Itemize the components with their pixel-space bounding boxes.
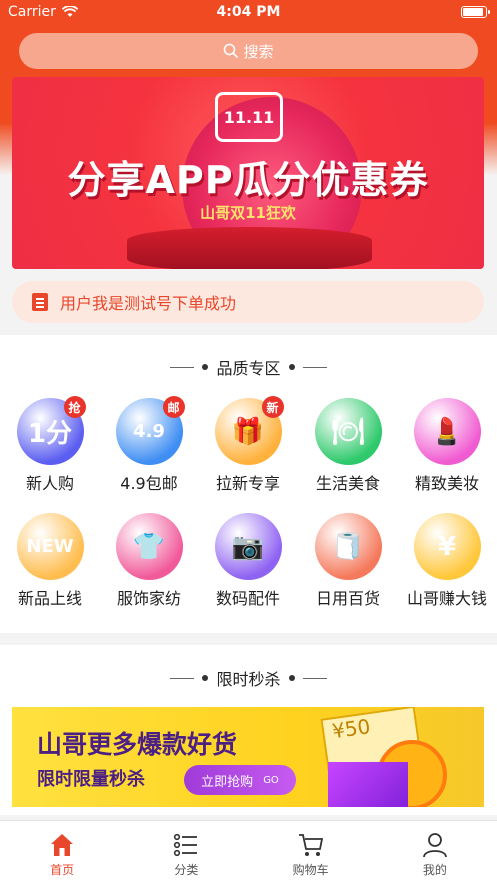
- category-label: 4.9包邮: [120, 474, 178, 493]
- flash-subline: 限时限量秒杀: [37, 769, 145, 790]
- tab-home-label: 首页: [50, 863, 75, 877]
- category-label: 新人购: [25, 474, 74, 493]
- tab-profile[interactable]: 我的: [373, 821, 497, 883]
- search-icon: [224, 43, 239, 59]
- divider-dot: [202, 364, 209, 370]
- tab-cart-label: 购物车: [292, 863, 329, 877]
- tab-bar: 首页 分类 购物车 我的: [0, 820, 497, 883]
- category-item[interactable]: 💄 精致美妆: [397, 398, 497, 494]
- buy-now-label: 立即抢购: [201, 774, 254, 790]
- new-user-icon: 1分抢: [16, 396, 86, 465]
- category-item[interactable]: 🎁 新拉新专享: [198, 396, 298, 494]
- divider: [302, 677, 327, 679]
- tab-home[interactable]: 首页: [0, 821, 124, 883]
- tissue-icon: 🧻: [314, 513, 382, 580]
- category-label: 服饰家纺: [116, 589, 181, 608]
- quality-section: 品质专区 1分抢新人购 4.9 邮 4.9包邮 🎁 新拉新专享 🍽 生活美食 💄 精致美妆 NEW 新…: [0, 335, 497, 633]
- divider: [302, 366, 327, 368]
- tab-profile-label: 我的: [422, 863, 447, 877]
- search-bar[interactable]: 搜索: [19, 33, 478, 69]
- food-icon: 🍽: [314, 398, 382, 465]
- list-icon: [174, 833, 198, 857]
- clothing-icon: 👕: [115, 513, 183, 580]
- order-notice[interactable]: 用户我是测试号下单成功: [12, 281, 484, 323]
- camera-icon: 📷: [214, 513, 282, 580]
- category-label: 山哥赚大钱: [406, 589, 487, 608]
- category-glyph: 👕: [132, 531, 166, 562]
- divider: [170, 366, 195, 368]
- tab-category[interactable]: 分类: [124, 821, 248, 883]
- tab-cart[interactable]: 购物车: [249, 821, 373, 883]
- category-label: 新品上线: [17, 589, 82, 608]
- search-placeholder: 搜索: [243, 42, 274, 61]
- gift-icon: 🎁 新: [214, 396, 284, 465]
- battery-level: [463, 8, 483, 16]
- category-glyph: 🧻: [331, 531, 365, 562]
- divider: [170, 677, 195, 679]
- category-item[interactable]: 📷 数码配件: [198, 513, 298, 609]
- quality-section-header: 品质专区: [0, 355, 497, 379]
- category-glyph: 🎁: [231, 416, 265, 447]
- category-item[interactable]: 4.9 邮 4.9包邮: [99, 396, 199, 494]
- category-item[interactable]: ¥ 山哥赚大钱: [397, 513, 497, 609]
- clock: 4:04 PM: [216, 4, 281, 20]
- battery-icon: [461, 6, 490, 18]
- notice-text: 用户我是测试号下单成功: [60, 294, 237, 313]
- banner-subtitle: 山哥双11狂欢: [200, 204, 296, 222]
- category-label: 精致美妆: [414, 474, 479, 493]
- category-glyph: 4.9: [133, 421, 165, 442]
- quality-section-title: 品质专区: [216, 359, 281, 378]
- category-item[interactable]: 👕 服饰家纺: [99, 513, 199, 609]
- category-glyph: 💄: [430, 416, 464, 447]
- promo-banner[interactable]: 11.11 分享APP瓜分优惠券 山哥双11狂欢: [12, 77, 484, 269]
- flash-section-title: 限时秒杀: [216, 670, 281, 689]
- divider-dot: [288, 675, 295, 681]
- home-icon: [51, 834, 74, 856]
- app-screen: Carrier 4:04 PM 搜索 11.11 分享APP瓜分优惠券 山哥双1…: [0, 0, 497, 883]
- category-glyph: 🍽: [331, 416, 365, 447]
- category-glyph: 1分: [27, 419, 73, 449]
- category-item[interactable]: 🍽 生活美食: [298, 398, 398, 494]
- category-glyph: NEW: [26, 536, 74, 557]
- category-item[interactable]: NEW 新品上线: [0, 513, 100, 609]
- category-badge: 抢: [63, 396, 86, 418]
- buy-now-button[interactable]: 立即抢购 GO: [184, 765, 296, 795]
- category-label: 数码配件: [215, 589, 280, 608]
- category-item[interactable]: 🧻 日用百货: [298, 513, 398, 609]
- category-glyph: ¥: [437, 531, 457, 562]
- divider-dot: [288, 364, 295, 370]
- clipboard-icon: [32, 293, 48, 311]
- flash-headline: 山哥更多爆款好货: [37, 730, 238, 759]
- makeup-icon: 💄: [413, 398, 481, 465]
- category-item[interactable]: 1分抢新人购: [0, 396, 100, 494]
- tab-category-label: 分类: [174, 863, 199, 877]
- divider-dot: [202, 675, 209, 681]
- gift-box-icon: [328, 762, 408, 807]
- flash-sale-section: 限时秒杀 ¥50 山哥更多爆款好货 限时限量秒杀 立即抢购 GO: [0, 645, 497, 815]
- status-bar: Carrier 4:04 PM: [0, 0, 497, 26]
- category-label: 生活美食: [315, 474, 380, 493]
- user-icon: [422, 833, 447, 858]
- free-shipping-icon: 4.9 邮: [115, 396, 185, 465]
- category-label: 日用百货: [315, 589, 380, 608]
- category-badge: 邮: [162, 396, 185, 418]
- money-icon: ¥: [413, 513, 481, 580]
- category-label: 拉新专享: [215, 474, 280, 493]
- flash-sale-banner[interactable]: ¥50 山哥更多爆款好货 限时限量秒杀 立即抢购 GO: [12, 707, 484, 807]
- banner-badge: 11.11: [215, 92, 283, 142]
- go-tag: GO: [263, 774, 279, 786]
- category-glyph: 📷: [231, 531, 265, 562]
- banner-title: 分享APP瓜分优惠券: [67, 158, 429, 202]
- cart-icon: [298, 834, 323, 856]
- category-badge: 新: [261, 396, 284, 418]
- banner-stage: [127, 227, 372, 269]
- flash-section-header: 限时秒杀: [0, 666, 497, 690]
- new-arrival-icon: NEW: [16, 513, 84, 580]
